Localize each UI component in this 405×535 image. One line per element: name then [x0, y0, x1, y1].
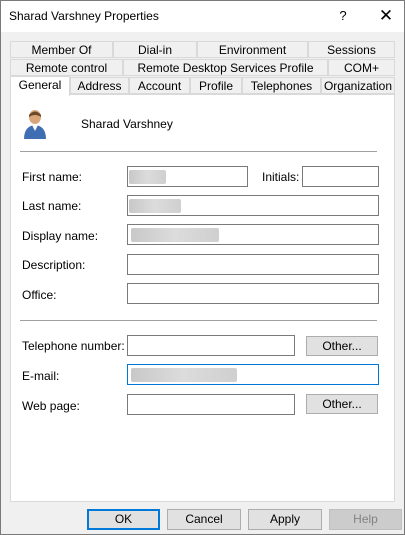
web-page-field[interactable]: [127, 394, 295, 415]
description-field[interactable]: [127, 254, 379, 275]
window-title: Sharad Varshney Properties: [9, 9, 159, 23]
initials-label: Initials:: [262, 170, 300, 184]
ok-button[interactable]: OK: [87, 509, 160, 530]
close-icon[interactable]: ✕: [371, 5, 401, 27]
tab-dial-in[interactable]: Dial-in: [113, 41, 197, 58]
tab-remote-control[interactable]: Remote control: [10, 59, 123, 76]
tab-environment[interactable]: Environment: [197, 41, 308, 58]
display-name-label: Display name:: [22, 229, 99, 243]
tab-com-plus[interactable]: COM+: [328, 59, 395, 76]
apply-button[interactable]: Apply: [248, 509, 322, 530]
user-avatar-icon: [24, 110, 46, 139]
telephone-label: Telephone number:: [22, 339, 125, 353]
web-page-other-button[interactable]: Other...: [306, 394, 378, 414]
tab-general[interactable]: General: [10, 76, 70, 96]
help-icon[interactable]: ?: [328, 5, 358, 27]
tab-address[interactable]: Address: [70, 77, 129, 94]
office-field[interactable]: [127, 283, 379, 304]
tab-account[interactable]: Account: [129, 77, 190, 94]
cancel-button[interactable]: Cancel: [167, 509, 241, 530]
separator: [20, 320, 377, 321]
tab-member-of[interactable]: Member Of: [10, 41, 113, 58]
first-name-field[interactable]: [127, 166, 248, 187]
redacted-text: [131, 228, 219, 242]
telephone-other-button[interactable]: Other...: [306, 336, 378, 356]
title-bar: Sharad Varshney Properties ? ✕: [1, 1, 404, 32]
help-button[interactable]: Help: [329, 509, 402, 530]
last-name-field[interactable]: [127, 195, 379, 216]
description-label: Description:: [22, 258, 86, 272]
redacted-text: [129, 199, 181, 213]
telephone-field[interactable]: [127, 335, 295, 356]
tab-telephones[interactable]: Telephones: [242, 77, 321, 94]
properties-dialog: Sharad Varshney Properties ? ✕ Member Of…: [0, 0, 405, 535]
redacted-text: [129, 170, 166, 184]
redacted-text: [131, 368, 237, 382]
email-label: E-mail:: [22, 369, 60, 383]
separator: [20, 151, 377, 152]
tab-organization[interactable]: Organization: [321, 77, 395, 94]
display-name-field[interactable]: [127, 224, 379, 245]
initials-field[interactable]: [302, 166, 379, 187]
tab-profile[interactable]: Profile: [190, 77, 242, 94]
web-page-label: Web page:: [22, 399, 80, 413]
first-name-label: First name:: [22, 170, 83, 184]
tab-rds-profile[interactable]: Remote Desktop Services Profile: [123, 59, 328, 76]
tab-sessions[interactable]: Sessions: [308, 41, 395, 58]
user-display-name: Sharad Varshney: [81, 117, 173, 131]
email-field[interactable]: [127, 364, 379, 385]
office-label: Office:: [22, 288, 57, 302]
last-name-label: Last name:: [22, 199, 82, 213]
